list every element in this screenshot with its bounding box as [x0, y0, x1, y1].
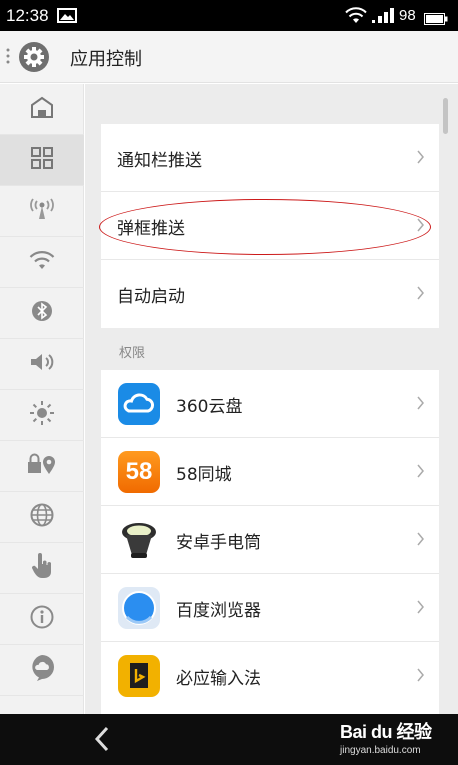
- wifi-icon: [29, 250, 55, 274]
- chevron-right-icon: [416, 667, 425, 687]
- bluetooth-icon: [31, 300, 53, 326]
- status-bar: 12:38 98: [0, 0, 458, 31]
- sidebar-item-home[interactable]: [0, 84, 84, 135]
- info-icon: [30, 605, 54, 633]
- permissions-card: 360云盘 58 58同城 安卓手电筒 百度浏览器 必应输入法: [101, 370, 439, 714]
- sidebar-item-brightness[interactable]: [0, 390, 84, 441]
- sidebar-item-antenna[interactable]: [0, 186, 84, 237]
- cloud-chat-icon: [29, 654, 55, 686]
- navigation-bar: Bai du 经验 jingyan.baidu.com: [0, 714, 458, 765]
- main-panel: 通知栏推送 弹框推送 自动启动 权限 360云盘 58 58同城 安卓手电筒 百…: [85, 84, 458, 714]
- battery-level: 98: [399, 7, 416, 24]
- row-popup-push[interactable]: 弹框推送: [101, 192, 439, 260]
- signal-strength-icon: [372, 8, 396, 27]
- sidebar-item-wifi[interactable]: [0, 237, 84, 288]
- chevron-right-icon: [416, 285, 425, 305]
- app-row-360-cloud[interactable]: 360云盘: [101, 370, 439, 438]
- app-name: 必应输入法: [176, 669, 261, 689]
- app-name: 58同城: [176, 465, 232, 485]
- browser-icon: [118, 587, 160, 629]
- chevron-right-icon: [416, 149, 425, 169]
- chevron-right-icon: [416, 463, 425, 483]
- back-arrow-icon[interactable]: [92, 725, 112, 757]
- chevron-right-icon: [416, 217, 425, 237]
- sidebar-item-info[interactable]: [0, 594, 84, 645]
- app-name: 安卓手电筒: [176, 533, 261, 553]
- flashlight-icon: [118, 519, 160, 561]
- baidu-jingyan-watermark: Bai du 经验 jingyan.baidu.com: [340, 718, 432, 756]
- home-icon: [30, 96, 54, 122]
- row-auto-start[interactable]: 自动启动: [101, 260, 439, 328]
- wifi-status-icon: [345, 7, 367, 28]
- drawer-handle-icon[interactable]: [6, 47, 10, 69]
- row-notification-push[interactable]: 通知栏推送: [101, 124, 439, 192]
- sidebar-item-globe[interactable]: [0, 492, 84, 543]
- watermark-site: jingyan.baidu.com: [340, 745, 421, 756]
- globe-icon: [30, 503, 54, 531]
- brightness-icon: [29, 400, 55, 430]
- app-header: 应用控制: [0, 31, 458, 83]
- antenna-icon: [28, 198, 56, 224]
- watermark-brand: Bai du 经验: [340, 722, 432, 742]
- app-row-58[interactable]: 58 58同城: [101, 438, 439, 506]
- cloud-drive-icon: [118, 383, 160, 425]
- lock-location-icon: [27, 453, 57, 479]
- sidebar: [0, 84, 84, 714]
- section-title-permissions: 权限: [119, 346, 146, 361]
- scrollbar[interactable]: [443, 98, 448, 134]
- 58-icon: 58: [118, 451, 160, 493]
- apps-grid-icon: [31, 147, 53, 173]
- settings-gear-icon[interactable]: [18, 41, 50, 77]
- app-name: 360云盘: [176, 397, 243, 417]
- row-label: 自动启动: [117, 287, 185, 307]
- app-row-flashlight[interactable]: 安卓手电筒: [101, 506, 439, 574]
- chevron-right-icon: [416, 395, 425, 415]
- bing-input-icon: [118, 655, 160, 697]
- push-settings-card: 通知栏推送 弹框推送 自动启动: [101, 124, 439, 328]
- chevron-right-icon: [416, 599, 425, 619]
- row-label: 弹框推送: [117, 219, 185, 239]
- chevron-right-icon: [416, 531, 425, 551]
- app-name: 百度浏览器: [176, 601, 261, 621]
- hand-pointer-icon: [31, 553, 53, 583]
- sidebar-item-bluetooth[interactable]: [0, 288, 84, 339]
- page-title: 应用控制: [70, 49, 142, 70]
- sidebar-item-apps[interactable]: [0, 135, 84, 186]
- volume-icon: [29, 352, 55, 376]
- sidebar-item-cloud[interactable]: [0, 645, 84, 696]
- sidebar-item-gesture[interactable]: [0, 543, 84, 594]
- status-time: 12:38: [6, 6, 49, 25]
- row-label: 通知栏推送: [117, 151, 202, 171]
- app-row-bing-input[interactable]: 必应输入法: [101, 642, 439, 710]
- battery-icon: [424, 10, 448, 29]
- app-row-baidu-browser[interactable]: 百度浏览器: [101, 574, 439, 642]
- image-notification-icon: [57, 8, 77, 27]
- sidebar-item-volume[interactable]: [0, 339, 84, 390]
- sidebar-item-lock-location[interactable]: [0, 441, 84, 492]
